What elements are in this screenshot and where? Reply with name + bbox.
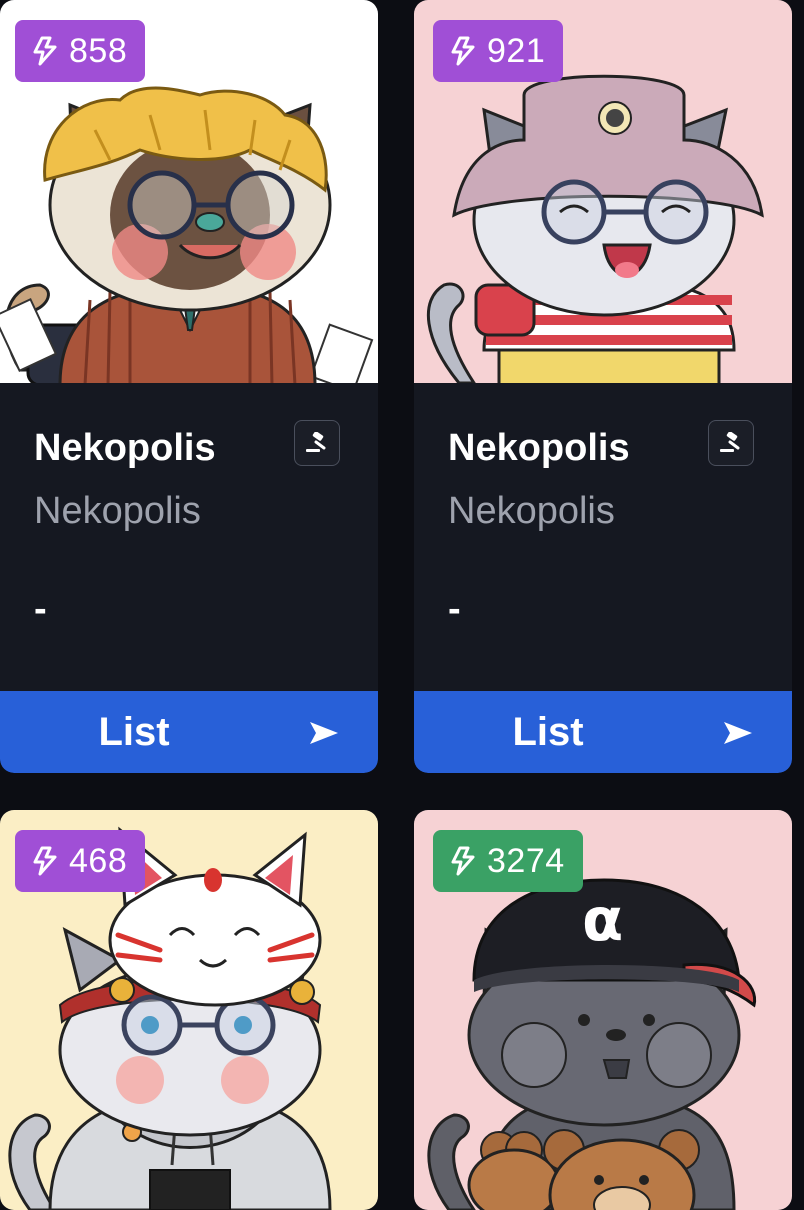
nft-title: Nekopolis (448, 427, 630, 469)
rarity-badge: 921 (433, 20, 564, 82)
lightning-bolt-icon (451, 36, 475, 66)
price: - (34, 588, 47, 630)
rarity-badge: 858 (15, 20, 146, 82)
svg-text:α: α (582, 885, 623, 955)
rarity-badge: 468 (15, 830, 146, 892)
rarity-rank: 858 (69, 31, 128, 70)
list-button[interactable]: List (414, 691, 792, 773)
send-arrow-icon (310, 722, 338, 744)
rarity-rank: 468 (69, 841, 128, 880)
auction-button[interactable] (294, 420, 340, 466)
lightning-bolt-icon (33, 36, 57, 66)
list-button-label: List (512, 710, 584, 754)
rarity-rank: 921 (487, 31, 546, 70)
lightning-bolt-icon (33, 846, 57, 876)
rarity-badge: 3274 (433, 830, 583, 892)
nft-card[interactable]: 921 Nekopolis Nekopolis - List (414, 0, 792, 773)
nft-title: Nekopolis (34, 427, 216, 469)
list-button-label: List (98, 710, 170, 754)
lightning-bolt-icon (451, 846, 475, 876)
card-info: Nekopolis Nekopolis - (414, 383, 792, 691)
list-button[interactable]: List (0, 691, 378, 773)
rarity-rank: 3274 (487, 841, 565, 880)
card-info: Nekopolis Nekopolis - (0, 383, 378, 691)
gavel-icon (720, 432, 740, 452)
price: - (448, 588, 461, 630)
nft-card[interactable]: α 3274 (414, 810, 792, 1210)
nft-card[interactable]: 858 Nekopolis Nekopolis - List (0, 0, 378, 773)
auction-button[interactable] (708, 420, 754, 466)
collection-name[interactable]: Nekopolis (34, 490, 201, 533)
send-arrow-icon (724, 722, 752, 744)
gavel-icon (306, 432, 326, 452)
nft-card[interactable]: 468 (0, 810, 378, 1210)
collection-name[interactable]: Nekopolis (448, 490, 615, 533)
